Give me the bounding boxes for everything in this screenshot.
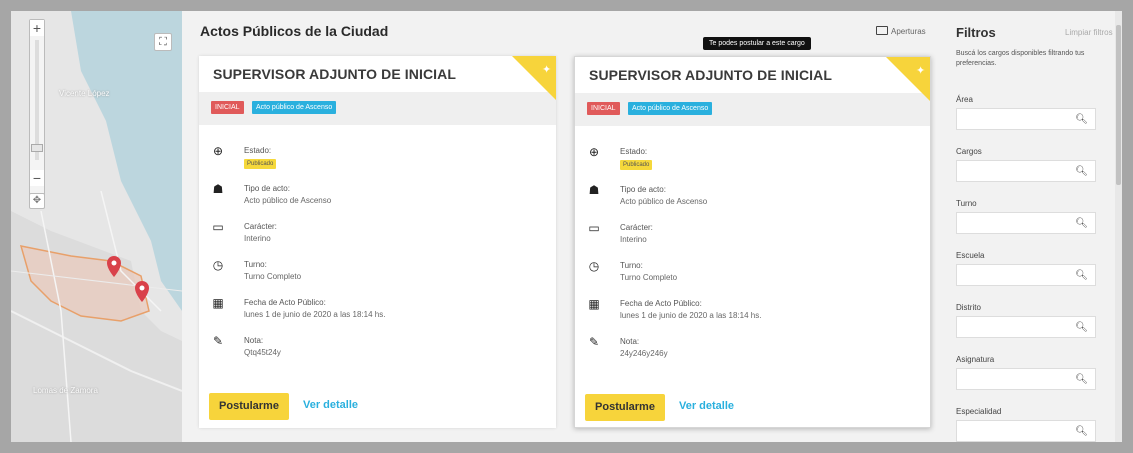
field-value: Qtq45t24y xyxy=(244,348,281,357)
field-label: Estado: xyxy=(244,146,272,155)
postularme-button[interactable]: Postularme xyxy=(209,393,289,420)
field-value: Turno Completo xyxy=(620,273,678,282)
pencil-icon: ✎ xyxy=(212,334,224,348)
clock-icon: ◷ xyxy=(588,259,600,273)
zoom-in-button[interactable]: + xyxy=(30,20,44,36)
filter-label-cargos: Cargos xyxy=(956,147,982,156)
field-value: Turno Completo xyxy=(244,272,302,281)
plus-circle-icon: ⊕ xyxy=(212,144,224,158)
turno-filter-input[interactable]: 🔍︎ xyxy=(956,212,1096,234)
field-label: Fecha de Acto Público: xyxy=(244,298,326,307)
filters-panel: Filtros Limpiar filtros Buscá los cargos… xyxy=(948,11,1122,442)
clear-filters-link[interactable]: Limpiar filtros xyxy=(1065,28,1113,37)
status-badge: Publicado xyxy=(620,160,653,170)
page-title: Actos Públicos de la Ciudad xyxy=(200,23,389,39)
ver-detalle-link[interactable]: Ver detalle xyxy=(679,400,734,412)
filter-label-area: Área xyxy=(956,95,973,104)
field-value: lunes 1 de junio de 2020 a las 18:14 hs. xyxy=(620,311,762,320)
field-label: Turno: xyxy=(620,261,643,270)
escuela-filter-input[interactable]: 🔍︎ xyxy=(956,264,1096,286)
job-card: SUPERVISOR ADJUNTO DE INICIAL ✦ INICIAL … xyxy=(199,56,556,428)
postularme-button[interactable]: Postularme xyxy=(585,394,665,421)
field-value: 24y246y246y xyxy=(620,349,668,358)
svg-text:✦: ✦ xyxy=(542,63,551,76)
search-icon: 🔍︎ xyxy=(1075,374,1088,385)
calendar-icon: ▦ xyxy=(588,297,600,311)
pan-icon[interactable]: ✥ xyxy=(29,193,45,209)
filters-scrollbar[interactable] xyxy=(1115,11,1122,442)
app-frame: Vicente López Lomas de Zamora + − ✥ ⛶ Ac… xyxy=(11,11,1122,442)
search-icon: 🔍︎ xyxy=(1075,426,1088,437)
screen-icon xyxy=(876,26,888,35)
zoom-control: + − xyxy=(29,19,45,207)
field-label: Tipo de acto: xyxy=(620,185,666,194)
level-badge: INICIAL xyxy=(211,101,244,114)
aperturas-label: Aperturas xyxy=(891,27,926,36)
map-label: Lomas de Zamora xyxy=(33,386,98,395)
calendar-icon: ▦ xyxy=(212,296,224,310)
plus-circle-icon: ⊕ xyxy=(588,145,600,159)
aperturas-link[interactable]: Aperturas xyxy=(876,26,926,36)
filter-label-especialidad: Especialidad xyxy=(956,407,1002,416)
field-label: Carácter: xyxy=(244,222,277,231)
filter-label-turno: Turno xyxy=(956,199,977,208)
people-icon: ☗ xyxy=(588,183,600,197)
field-label: Nota: xyxy=(244,336,264,345)
star-corner-icon: ✦ xyxy=(886,57,930,101)
field-value: Interino xyxy=(620,235,647,244)
svg-text:✦: ✦ xyxy=(916,64,925,77)
ver-detalle-link[interactable]: Ver detalle xyxy=(303,399,358,411)
filters-description: Buscá los cargos disponibles filtrando t… xyxy=(956,50,1085,67)
filter-label-distrito: Distrito xyxy=(956,303,981,312)
map-label: Vicente López xyxy=(59,89,110,98)
status-badge: Publicado xyxy=(244,159,277,169)
field-label: Fecha de Acto Público: xyxy=(620,299,702,308)
card-title: SUPERVISOR ADJUNTO DE INICIAL xyxy=(589,67,833,83)
search-icon: 🔍︎ xyxy=(1075,270,1088,281)
field-label: Estado: xyxy=(620,147,648,156)
main-content: Actos Públicos de la Ciudad Aperturas Te… xyxy=(182,11,948,442)
field-label: Nota: xyxy=(620,337,640,346)
distrito-filter-input[interactable]: 🔍︎ xyxy=(956,316,1096,338)
search-icon: 🔍︎ xyxy=(1075,166,1088,177)
field-value: Acto público de Ascenso xyxy=(244,196,332,205)
level-badge: INICIAL xyxy=(587,102,620,115)
search-icon: 🔍︎ xyxy=(1075,322,1088,333)
asignatura-filter-input[interactable]: 🔍︎ xyxy=(956,368,1096,390)
clock-icon: ◷ xyxy=(212,258,224,272)
field-value: Interino xyxy=(244,234,271,243)
area-filter-input[interactable]: 🔍︎ xyxy=(956,108,1096,130)
pencil-icon: ✎ xyxy=(588,335,600,349)
field-label: Tipo de acto: xyxy=(244,184,290,193)
chat-icon: ▭ xyxy=(588,221,600,235)
map-panel[interactable]: Vicente López Lomas de Zamora + − ✥ ⛶ xyxy=(11,11,182,442)
search-icon: 🔍︎ xyxy=(1075,218,1088,229)
field-value: lunes 1 de junio de 2020 a las 18:14 hs. xyxy=(244,310,386,319)
especialidad-filter-input[interactable]: 🔍︎ xyxy=(956,420,1096,442)
type-badge: Acto público de Ascenso xyxy=(251,101,337,114)
zoom-slider[interactable] xyxy=(35,40,39,160)
cargos-filter-input[interactable]: 🔍︎ xyxy=(956,160,1096,182)
scrollbar-thumb[interactable] xyxy=(1116,25,1121,185)
search-icon: 🔍︎ xyxy=(1075,114,1088,125)
zoom-slider-handle[interactable] xyxy=(31,144,43,152)
job-card: SUPERVISOR ADJUNTO DE INICIAL ✦ INICIAL … xyxy=(574,56,931,428)
fullscreen-icon[interactable]: ⛶ xyxy=(154,33,172,51)
filters-title: Filtros xyxy=(956,25,996,40)
field-value: Acto público de Ascenso xyxy=(620,197,708,206)
zoom-out-button[interactable]: − xyxy=(30,170,44,186)
star-corner-icon: ✦ xyxy=(512,56,556,100)
card-title: SUPERVISOR ADJUNTO DE INICIAL xyxy=(213,66,457,82)
chat-icon: ▭ xyxy=(212,220,224,234)
filter-label-asignatura: Asignatura xyxy=(956,355,995,364)
type-badge: Acto público de Ascenso xyxy=(627,102,713,115)
people-icon: ☗ xyxy=(212,182,224,196)
field-label: Turno: xyxy=(244,260,267,269)
tooltip: Te podes postular a este cargo xyxy=(703,37,811,50)
field-label: Carácter: xyxy=(620,223,653,232)
filter-label-escuela: Escuela xyxy=(956,251,985,260)
